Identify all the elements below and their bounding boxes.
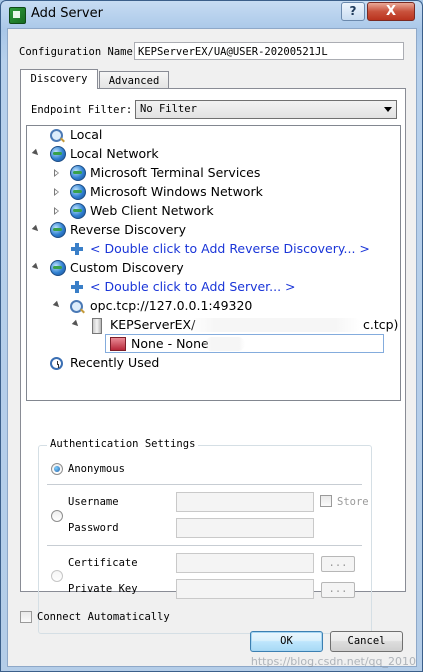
tree-item-local[interactable]: Local xyxy=(70,126,102,144)
tree-item-recently-used[interactable]: Recently Used xyxy=(70,354,159,372)
network-globe-icon xyxy=(70,203,86,219)
tree-item-kepserver-prefix[interactable]: KEPServerEX/ xyxy=(110,316,195,334)
expanded-arrow-icon[interactable] xyxy=(31,224,41,234)
expanded-arrow-icon[interactable] xyxy=(31,262,41,272)
tree-item-web-client-network[interactable]: Web Client Network xyxy=(90,202,214,220)
username-field[interactable] xyxy=(176,492,314,512)
password-field[interactable] xyxy=(176,518,314,538)
tab-advanced[interactable]: Advanced xyxy=(99,71,169,89)
tree-item-reverse-discovery[interactable]: Reverse Discovery xyxy=(70,221,186,239)
collapsed-arrow-icon[interactable] xyxy=(54,188,59,196)
private-key-label: Private Key xyxy=(68,583,138,595)
tree-item-opc-endpoint[interactable]: opc.tcp://127.0.0.1:49320 xyxy=(90,297,252,315)
security-policy-icon xyxy=(110,337,126,351)
tree-item-local-network[interactable]: Local Network xyxy=(70,145,159,163)
server-tree[interactable]: Local Local Network Microsoft Terminal S… xyxy=(26,125,401,401)
connect-automatically-label: Connect Automatically xyxy=(37,611,170,623)
ok-button[interactable]: OK xyxy=(250,631,323,652)
store-label: Store xyxy=(337,496,369,508)
tree-item-terminal-services[interactable]: Microsoft Terminal Services xyxy=(90,164,260,182)
private-key-field[interactable] xyxy=(176,579,314,599)
network-globe-icon xyxy=(50,260,66,276)
add-server-dialog: Add Server ? X Configuration Name KEPSer… xyxy=(0,0,423,672)
title-bar[interactable]: Add Server ? X xyxy=(1,1,422,27)
expanded-arrow-icon[interactable] xyxy=(71,319,81,329)
tree-item-custom-discovery[interactable]: Custom Discovery xyxy=(70,259,184,277)
username-password-radio[interactable] xyxy=(51,510,63,522)
tree-item-kepserver-suffix: c.tcp) xyxy=(363,317,399,332)
dialog-body: Configuration Name KEPServerEX/UA@USER-2… xyxy=(7,28,417,667)
endpoint-filter-label: Endpoint Filter: xyxy=(31,104,133,116)
redacted-blur xyxy=(205,337,245,351)
search-icon xyxy=(70,300,83,313)
help-button[interactable]: ? xyxy=(341,2,365,21)
endpoint-filter-select[interactable]: No Filter xyxy=(135,100,397,119)
anonymous-label: Anonymous xyxy=(68,463,125,475)
watermark-text: https://blog.csdn.net/qq_2010 xyxy=(250,655,416,668)
username-label: Username xyxy=(68,496,119,508)
configuration-name-input[interactable]: KEPServerEX/UA@USER-20200521JL xyxy=(134,42,404,60)
anonymous-radio[interactable] xyxy=(51,463,63,475)
add-icon xyxy=(71,281,83,293)
cancel-button[interactable]: Cancel xyxy=(330,631,403,652)
certificate-label: Certificate xyxy=(68,557,138,569)
certificate-field[interactable] xyxy=(176,553,314,573)
certificate-radio[interactable] xyxy=(51,570,63,582)
tree-item-windows-network[interactable]: Microsoft Windows Network xyxy=(90,183,263,201)
private-key-browse-button[interactable]: ... xyxy=(321,582,355,598)
endpoint-filter-value: No Filter xyxy=(140,103,197,115)
password-label: Password xyxy=(68,522,119,534)
app-icon xyxy=(9,7,26,24)
add-icon xyxy=(71,243,83,255)
discovery-panel: Endpoint Filter: No Filter Local Local N… xyxy=(20,88,406,634)
collapsed-arrow-icon[interactable] xyxy=(54,207,59,215)
tree-item-add-server[interactable]: < Double click to Add Server... > xyxy=(90,278,296,296)
window-title: Add Server xyxy=(31,6,103,21)
close-button[interactable]: X xyxy=(367,2,415,21)
tree-item-none-none[interactable]: None - None xyxy=(131,335,209,353)
redacted-blur xyxy=(189,318,361,332)
expanded-arrow-icon[interactable] xyxy=(31,148,41,158)
clock-icon xyxy=(50,357,63,370)
configuration-name-label: Configuration Name xyxy=(19,46,133,58)
tab-discovery[interactable]: Discovery xyxy=(20,69,98,89)
authentication-settings-title: Authentication Settings xyxy=(47,438,199,450)
collapsed-arrow-icon[interactable] xyxy=(54,169,59,177)
authentication-settings-group: Authentication Settings Anonymous Userna… xyxy=(38,438,372,634)
chevron-down-icon xyxy=(384,107,392,112)
tree-item-add-reverse-discovery[interactable]: < Double click to Add Reverse Discovery.… xyxy=(90,240,370,258)
network-globe-icon xyxy=(70,165,86,181)
connect-automatically-checkbox[interactable] xyxy=(20,611,32,623)
certificate-browse-button[interactable]: ... xyxy=(321,556,355,572)
divider xyxy=(47,484,362,485)
server-icon xyxy=(92,318,102,334)
search-icon xyxy=(50,129,63,142)
network-globe-icon xyxy=(50,222,66,238)
divider xyxy=(47,545,362,546)
network-globe-icon xyxy=(70,184,86,200)
store-checkbox[interactable] xyxy=(320,495,332,507)
network-globe-icon xyxy=(50,146,66,162)
expanded-arrow-icon[interactable] xyxy=(52,300,62,310)
